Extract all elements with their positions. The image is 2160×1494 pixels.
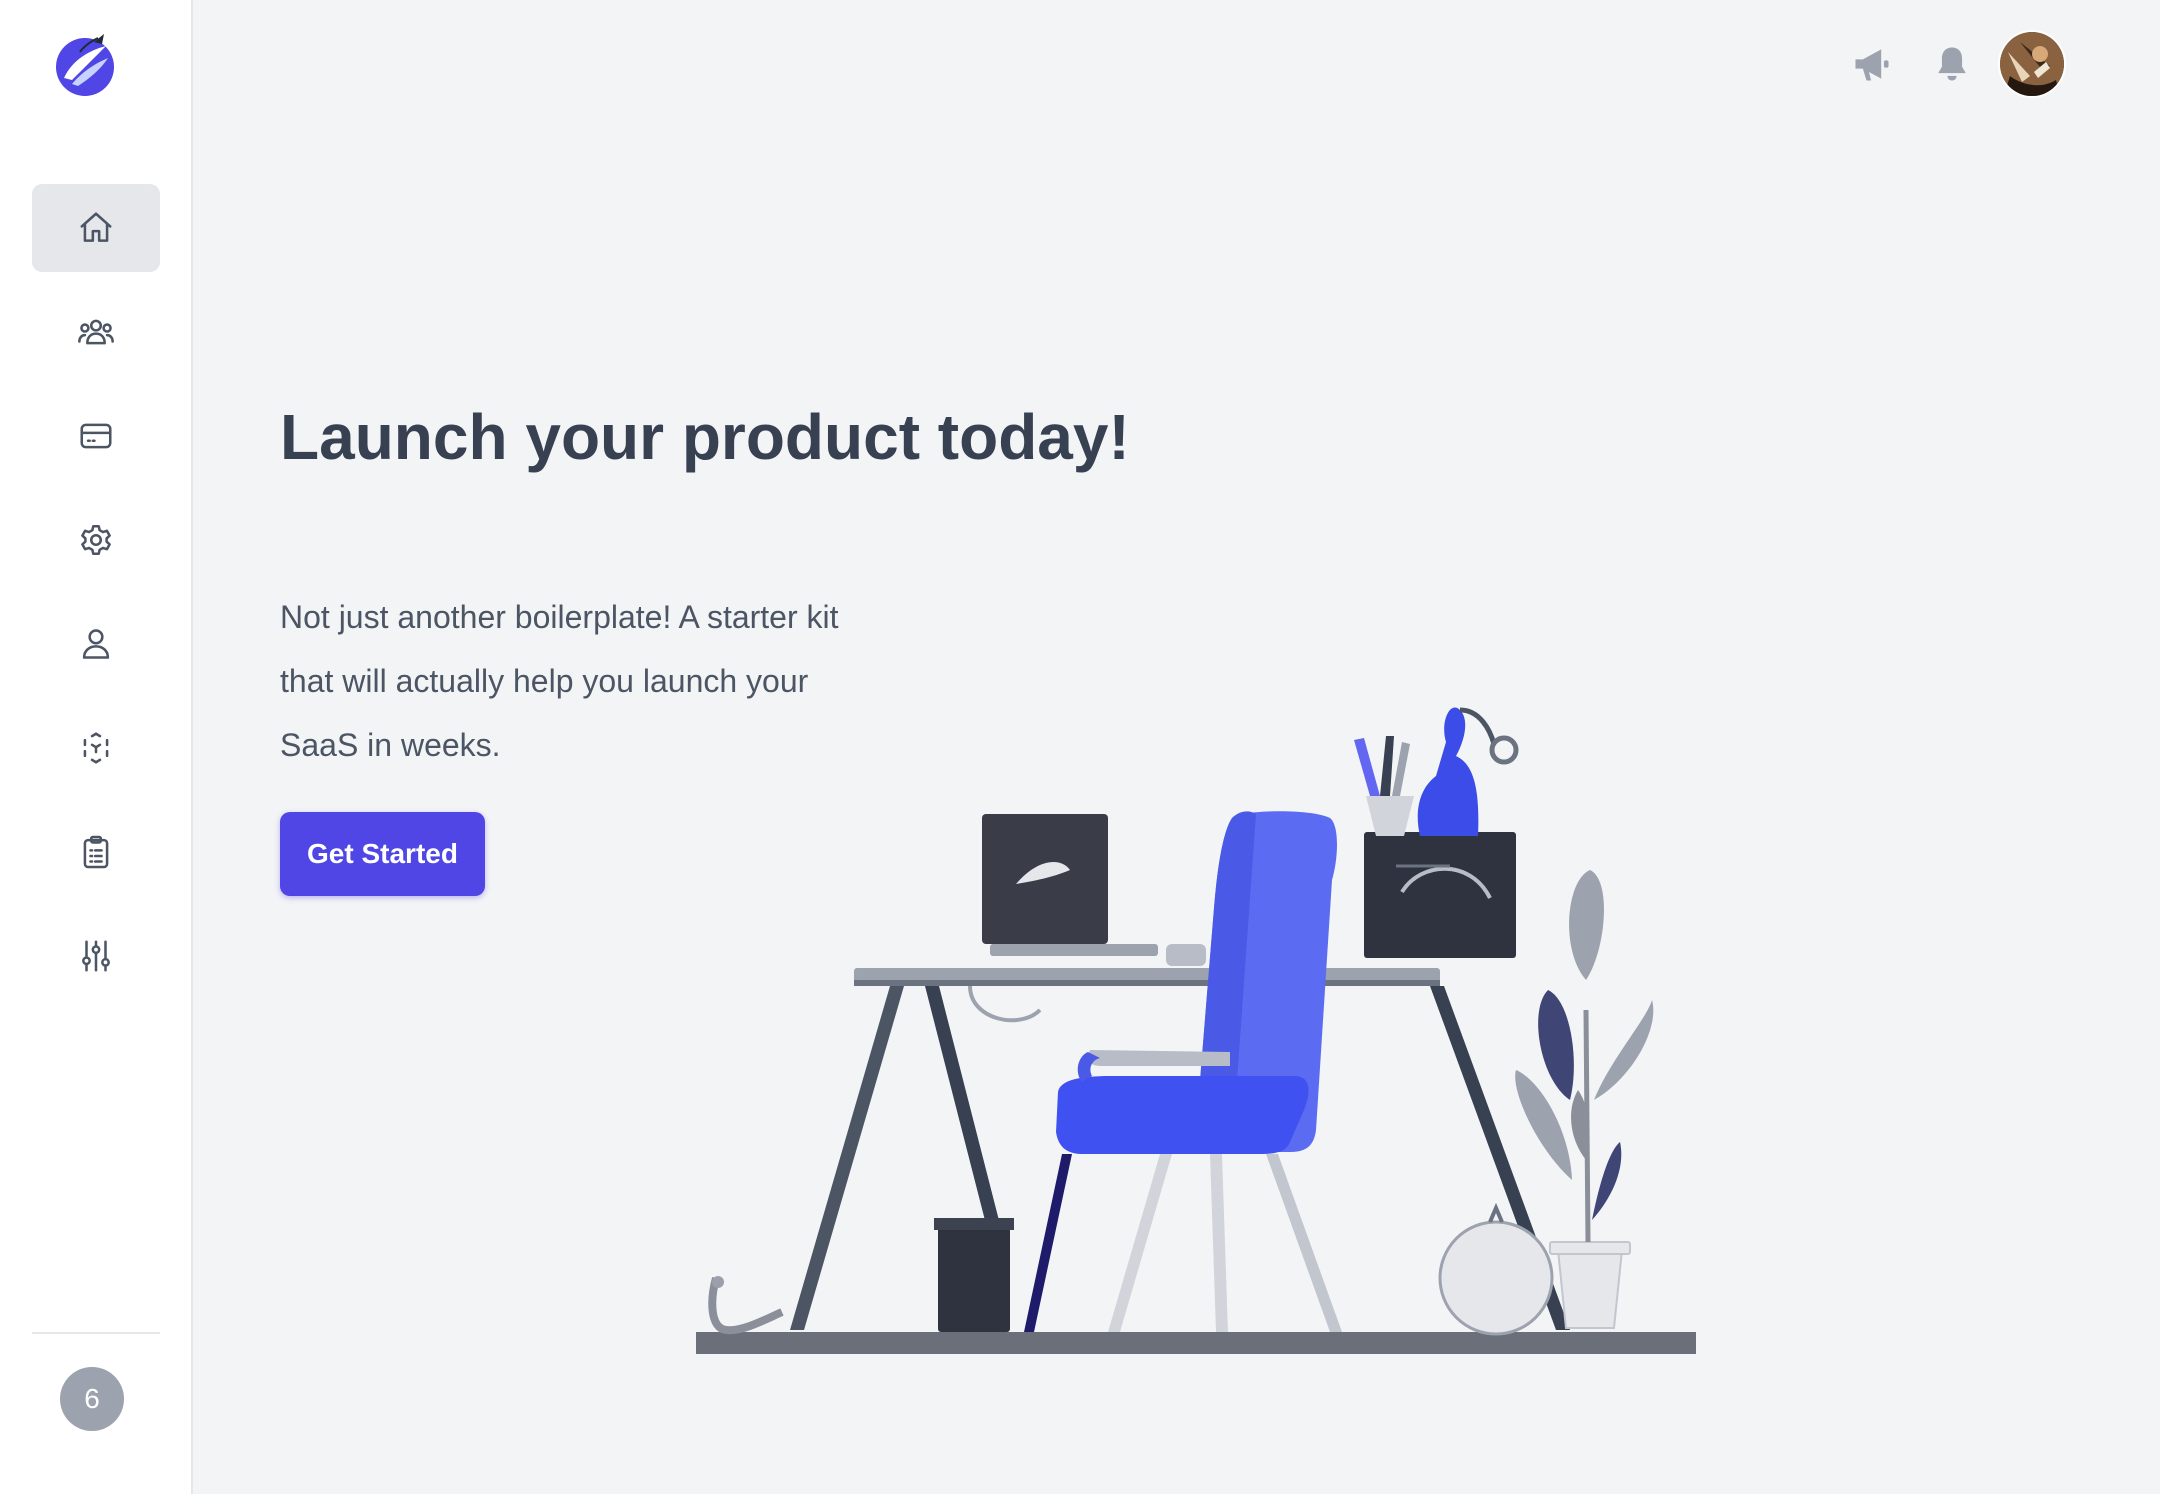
users-icon [78,319,114,345]
sidebar-divider [32,1332,160,1334]
user-avatar[interactable] [2000,32,2064,96]
bell-icon [1938,47,1966,81]
page-title: Launch your product today! [280,401,1130,473]
sidebar-item-profile[interactable] [32,600,160,688]
credit-card-icon [80,423,112,449]
sidebar-item-team[interactable] [32,288,160,376]
sidebar-item-settings[interactable] [32,496,160,584]
megaphone-icon [1855,49,1889,81]
user-icon [82,629,110,659]
gear-icon [81,524,111,556]
get-started-button[interactable]: Get Started [280,812,485,896]
hero-illustration [690,680,1700,1360]
notification-count-badge[interactable]: 6 [60,1367,124,1431]
announcements-button[interactable] [1844,36,1900,92]
avatar-image [2000,32,2064,96]
clipboard-icon [83,835,109,869]
desk-chair-illustration [696,707,1696,1354]
sidebar-item-tasks[interactable] [32,808,160,896]
focus-scan-icon [83,732,109,764]
notifications-button[interactable] [1924,36,1980,92]
sidebar-item-home[interactable] [32,184,160,272]
sidebar-item-billing[interactable] [32,392,160,480]
app-root: 6 Launch your product today! Not just an… [0,0,2160,1494]
sliders-icon [82,940,110,972]
home-icon [80,212,112,242]
sidebar-item-scan[interactable] [32,704,160,792]
sidebar-item-adjustments[interactable] [32,912,160,1000]
logo-icon [56,34,114,96]
app-logo[interactable] [50,30,120,100]
sidebar: 6 [0,0,193,1494]
